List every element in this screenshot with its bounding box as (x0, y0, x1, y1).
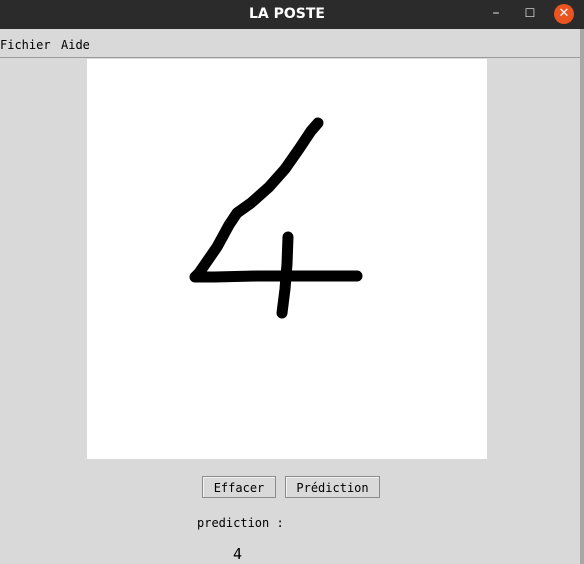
maximize-icon[interactable]: ☐ (518, 0, 542, 29)
drawing-canvas[interactable] (87, 59, 487, 459)
digit-stroke-main (189, 117, 363, 283)
menu-bar: Fichier Aide (0, 33, 584, 58)
predict-button[interactable]: Prédiction (285, 476, 380, 498)
window-titlebar: LA POSTE – ☐ ✕ (0, 0, 584, 29)
menu-aide[interactable]: Aide (61, 38, 90, 52)
prediction-label: prediction : (197, 516, 284, 530)
menu-fichier[interactable]: Fichier (0, 38, 51, 52)
handwritten-digit-drawing (189, 117, 363, 319)
window-edge (580, 29, 584, 564)
prediction-value: 4 (233, 545, 243, 563)
minimize-icon[interactable]: – (484, 0, 508, 29)
clear-button[interactable]: Effacer (202, 476, 276, 498)
close-icon[interactable]: ✕ (554, 4, 574, 24)
digit-stroke-cross (276, 231, 294, 319)
